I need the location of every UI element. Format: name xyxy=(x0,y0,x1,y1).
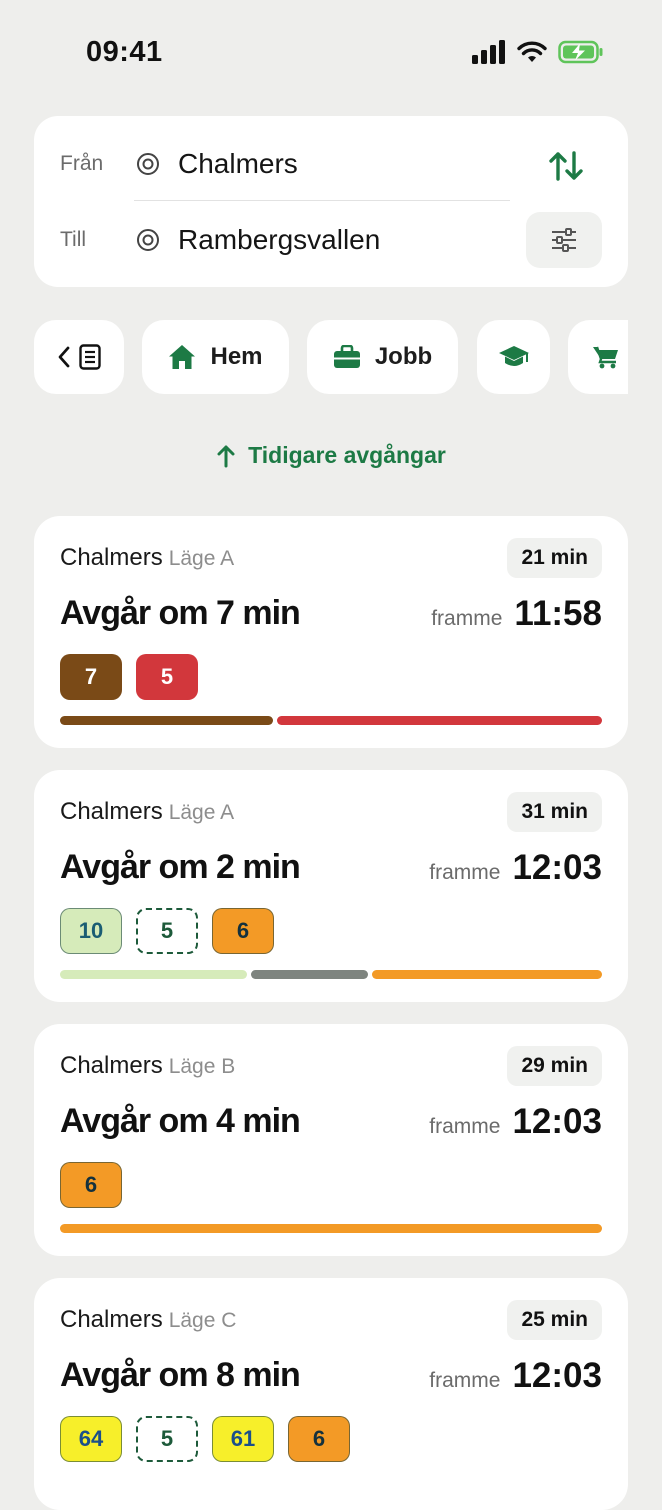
line-badge: 64 xyxy=(60,1416,122,1462)
leg-bar xyxy=(60,970,247,979)
home-chip-label: Hem xyxy=(210,343,263,370)
briefcase-icon xyxy=(333,345,360,368)
trip-card[interactable]: Chalmers Läge A 21 min Avgår om 7 min framme… xyxy=(34,516,628,748)
work-chip-label: Jobb xyxy=(374,343,433,370)
trip-departure: Avgår om 2 min xyxy=(60,848,301,886)
trip-arrival: framme 11:58 xyxy=(431,594,602,634)
trip-stop-name: Chalmers xyxy=(60,1052,163,1079)
trip-arrival-time: 12:03 xyxy=(512,848,602,887)
trip-departure: Avgår om 7 min xyxy=(60,594,301,632)
trip-arrival-word: framme xyxy=(429,1115,501,1138)
trip-duration-badge: 31 min xyxy=(507,792,602,832)
trip-arrival-time: 12:03 xyxy=(512,1102,602,1141)
home-chip[interactable]: Hem xyxy=(142,320,289,394)
trip-stop-name: Chalmers xyxy=(60,798,163,825)
leg-bar xyxy=(372,970,602,979)
line-badge: 5 xyxy=(136,654,198,700)
line-badges: 75 xyxy=(60,654,198,700)
home-icon xyxy=(169,345,196,369)
to-field[interactable]: Rambergsvallen xyxy=(178,224,380,256)
trip-arrival-time: 12:03 xyxy=(512,1356,602,1395)
shop-chip[interactable] xyxy=(568,320,628,394)
battery-charging-icon xyxy=(558,40,603,64)
line-badge: 10 xyxy=(60,908,122,954)
trip-arrival-word: framme xyxy=(429,861,501,884)
trip-duration-badge: 29 min xyxy=(507,1046,602,1086)
filter-button[interactable] xyxy=(526,212,602,268)
arrow-up-icon xyxy=(217,445,235,467)
status-bar: 09:41 xyxy=(0,0,662,100)
trip-arrival-time: 11:58 xyxy=(514,594,602,633)
from-field[interactable]: Chalmers xyxy=(178,148,298,180)
trip-stop: Chalmers Läge A xyxy=(60,544,234,572)
line-badge: 6 xyxy=(212,908,274,954)
trip-stop-position: Läge A xyxy=(168,547,235,570)
trip-arrival-word: framme xyxy=(429,1369,501,1392)
leg-bar xyxy=(276,716,602,725)
trip-stop: Chalmers Läge B xyxy=(60,1052,235,1080)
trip-stop: Chalmers Läge C xyxy=(60,1306,236,1334)
line-badge: 5 xyxy=(136,908,198,954)
swap-arrows-icon xyxy=(549,151,583,181)
trip-arrival: framme 12:03 xyxy=(429,848,602,888)
earlier-departures-link[interactable]: Tidigare avgångar xyxy=(0,442,662,469)
trip-stop-position: Läge C xyxy=(168,1309,237,1332)
chevron-left-icon xyxy=(58,346,70,368)
trip-departure: Avgår om 8 min xyxy=(60,1356,301,1394)
trip-stop-position: Läge B xyxy=(168,1055,236,1078)
trip-card[interactable]: Chalmers Läge C 25 min Avgår om 8 min framme… xyxy=(34,1278,628,1510)
sliders-icon xyxy=(552,228,576,252)
trip-arrival-word: framme xyxy=(431,607,503,630)
location-target-icon xyxy=(137,229,159,251)
cart-icon xyxy=(593,346,618,369)
location-target-icon xyxy=(137,153,159,175)
trip-duration-badge: 21 min xyxy=(507,538,602,578)
trip-duration-badge: 25 min xyxy=(507,1300,602,1340)
line-badges: 6 xyxy=(60,1162,122,1208)
line-badges: 10 5 6 xyxy=(60,908,274,954)
line-badge: 7 xyxy=(60,654,122,700)
route-card: Från Chalmers Till Rambergsvallen xyxy=(34,116,628,287)
trip-stop-name: Chalmers xyxy=(60,1306,163,1333)
graduation-cap-icon xyxy=(498,346,529,366)
swap-button[interactable] xyxy=(544,146,588,186)
trip-stop-position: Läge A xyxy=(168,801,235,824)
from-row[interactable]: Från Chalmers xyxy=(34,126,628,202)
school-chip[interactable] xyxy=(477,320,550,394)
from-label: Från xyxy=(60,152,104,175)
line-badge: 61 xyxy=(212,1416,274,1462)
history-chip[interactable] xyxy=(34,320,124,394)
status-time: 09:41 xyxy=(86,36,163,68)
leg-bar xyxy=(250,970,369,979)
wifi-icon xyxy=(517,41,547,62)
trip-stop: Chalmers Läge A xyxy=(60,798,234,826)
status-icons xyxy=(472,40,604,64)
signal-icon xyxy=(472,40,505,64)
line-badge: 6 xyxy=(60,1162,122,1208)
line-badges: 64 5 61 6 xyxy=(60,1416,350,1462)
leg-bar xyxy=(60,1224,602,1233)
history-icon xyxy=(79,344,101,370)
trip-card[interactable]: Chalmers Läge A 31 min Avgår om 2 min framme… xyxy=(34,770,628,1002)
line-badge: 6 xyxy=(288,1416,350,1462)
earlier-departures-label: Tidigare avgångar xyxy=(248,442,446,468)
trip-departure: Avgår om 4 min xyxy=(60,1102,301,1140)
line-badge: 5 xyxy=(136,1416,198,1462)
route-divider xyxy=(134,200,510,201)
leg-bar xyxy=(60,716,273,725)
to-label: Till xyxy=(60,228,87,251)
trip-arrival: framme 12:03 xyxy=(429,1356,602,1396)
trip-card[interactable]: Chalmers Läge B 29 min Avgår om 4 min framme… xyxy=(34,1024,628,1256)
trip-arrival: framme 12:03 xyxy=(429,1102,602,1142)
work-chip[interactable]: Jobb xyxy=(307,320,458,394)
trip-stop-name: Chalmers xyxy=(60,544,163,571)
favorites-row: Hem Jobb xyxy=(34,320,628,396)
